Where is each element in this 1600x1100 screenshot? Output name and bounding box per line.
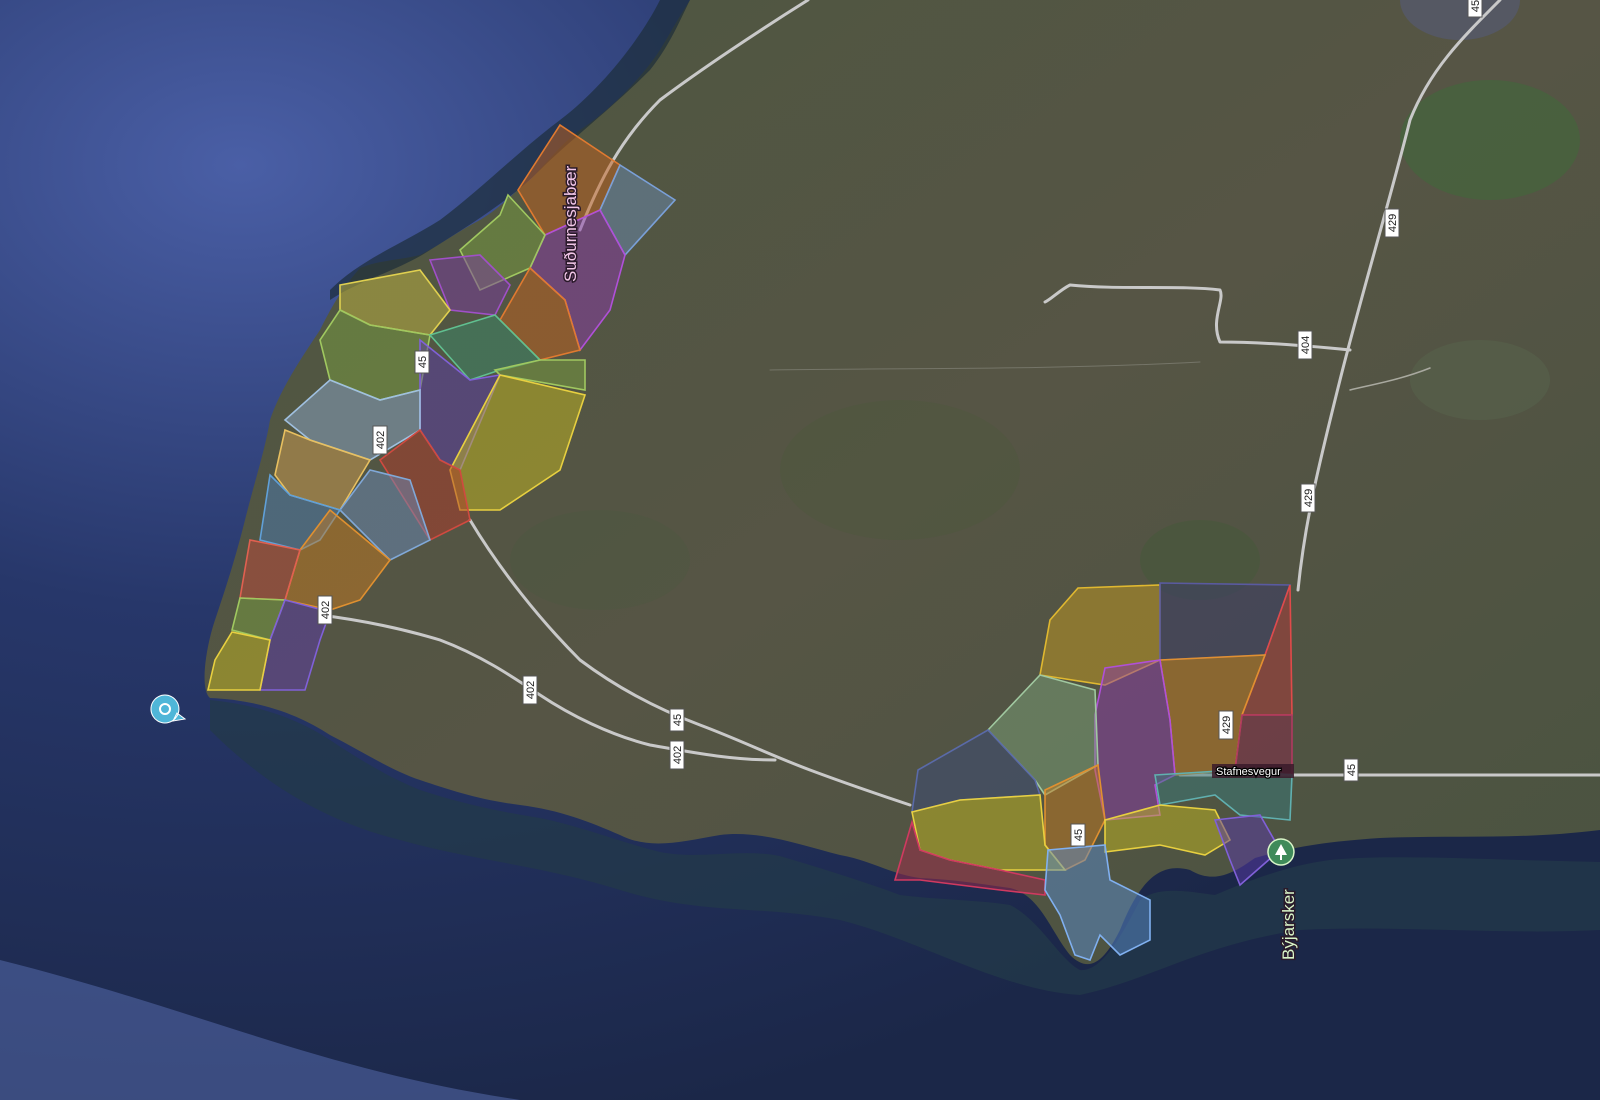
road-shield-label: 45 [672,714,684,726]
street-label: Stafnesvegur [1216,766,1281,778]
road-shield-label: 429 [1221,716,1233,734]
place-label-byjarsker[interactable]: Býjarsker [1278,887,1300,961]
satellite-map[interactable]: 45 402 402 402 402 45 45 45 429 429 429 … [0,0,1600,1100]
road-shield-label: 402 [320,601,332,619]
road-shield-label: 429 [1387,214,1399,232]
road-shield-label: 402 [672,746,684,764]
road-shield-label: 429 [1303,489,1315,507]
street-label-group: Stafnesvegur [1212,764,1294,779]
place-label-sudurnesjabaer[interactable]: Suðurnesjabær [560,164,582,284]
vegetation-patch [780,400,1020,540]
road-shield: 45 [1467,0,1483,18]
road-shield-label: 45 [1346,764,1358,776]
road-shield: 429 [1384,208,1400,238]
map-marker[interactable] [1267,838,1295,866]
road-shield: 45 [414,350,430,374]
road-shield-label: 402 [525,681,537,699]
road-shield: 402 [372,425,388,455]
vegetation-patch [1400,80,1580,200]
vegetation-patch [1410,340,1550,420]
road-shield: 429 [1218,710,1234,740]
road-shield-label: 45 [417,356,429,368]
road-shield: 45 [669,708,685,732]
vegetation-patch [510,510,690,610]
road-shield: 429 [1300,483,1316,513]
road-shield: 402 [669,740,685,770]
road-shield: 45 [1343,758,1359,782]
road-shield-label: 402 [375,431,387,449]
road-shield-label: 404 [1300,336,1312,354]
road-shield-label: 45 [1470,0,1482,12]
road-shield: 402 [522,675,538,705]
road-shield: 402 [317,595,333,625]
road-shield-label: 45 [1073,829,1085,841]
road-shield: 404 [1297,330,1313,360]
road-shield: 45 [1070,823,1086,847]
